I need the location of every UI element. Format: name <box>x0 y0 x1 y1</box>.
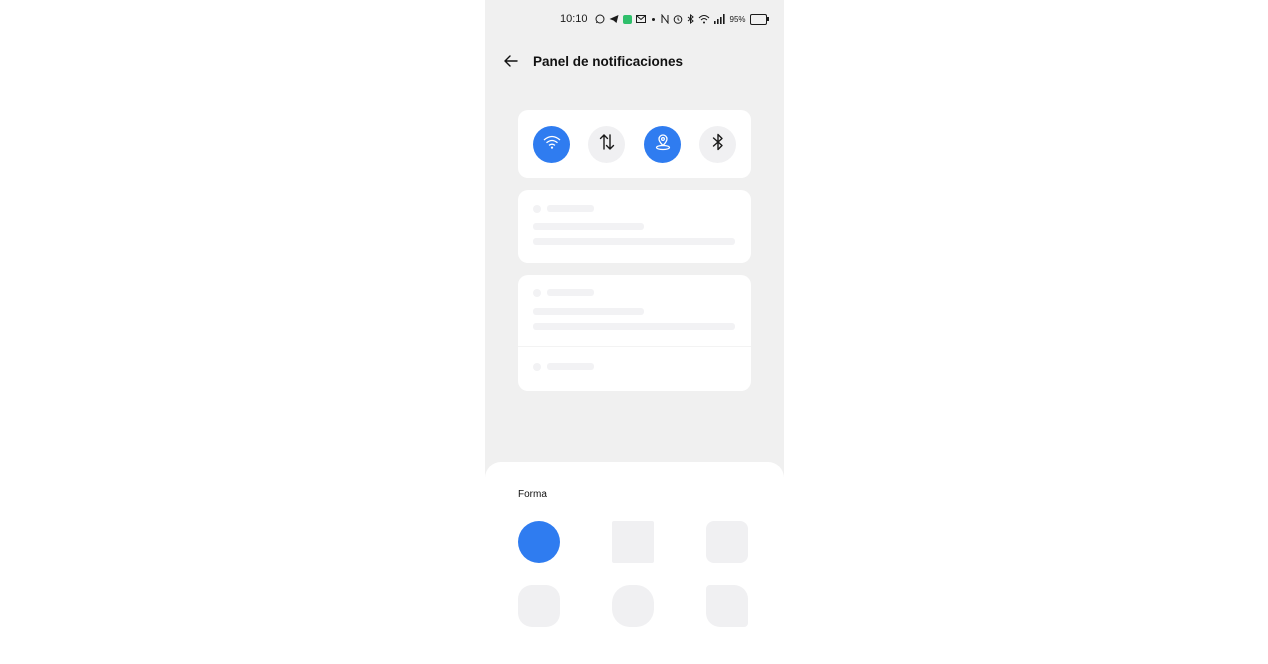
header: Panel de notificaciones <box>503 50 683 72</box>
wifi-icon <box>698 14 710 24</box>
shape-option-square[interactable] <box>612 521 654 563</box>
shape-option-rounded-square[interactable] <box>706 521 748 563</box>
dot-icon <box>651 17 655 21</box>
placeholder-line <box>547 205 594 212</box>
page-title: Panel de notificaciones <box>533 53 684 69</box>
divider <box>518 346 751 347</box>
placeholder-line <box>533 238 735 245</box>
back-arrow-icon[interactable] <box>503 53 519 69</box>
placeholder-line <box>533 308 644 315</box>
phone-screen: 10:10 95% Panel de notificaciones Forma <box>485 0 784 664</box>
placeholder-dot <box>533 289 541 297</box>
mail-icon <box>635 15 646 23</box>
placeholder-line <box>547 363 594 370</box>
toggle-wifi[interactable] <box>533 126 570 163</box>
status-time: 10:10 <box>560 13 588 25</box>
battery-percentage: 95% <box>729 14 746 24</box>
alarm-icon <box>673 14 683 24</box>
notification-preview-card <box>518 190 751 263</box>
location-icon <box>654 133 672 156</box>
nfc-icon <box>661 14 669 24</box>
notification-preview-card <box>518 275 751 391</box>
placeholder-dot <box>533 205 541 213</box>
status-bar: 10:10 95% <box>560 11 769 27</box>
quick-toggles-preview <box>518 110 751 178</box>
shape-option-squircle[interactable] <box>518 585 560 627</box>
shape-option-leaf[interactable] <box>706 585 748 627</box>
shape-section-label: Forma <box>518 489 547 500</box>
battery-icon <box>749 13 769 25</box>
green-app-icon <box>622 14 632 24</box>
wifi-icon <box>543 135 561 154</box>
bluetooth-icon <box>687 14 694 24</box>
signal-icon <box>713 14 726 24</box>
whatsapp-icon <box>595 14 605 24</box>
placeholder-line <box>533 323 735 330</box>
toggle-location[interactable] <box>644 126 681 163</box>
placeholder-dot <box>533 363 541 371</box>
bluetooth-icon <box>711 133 725 156</box>
data-arrows-icon <box>598 133 616 156</box>
placeholder-line <box>547 289 594 296</box>
toggle-bluetooth[interactable] <box>699 126 736 163</box>
placeholder-line <box>533 223 644 230</box>
telegram-icon <box>609 14 619 24</box>
shape-option-pebble[interactable] <box>612 585 654 627</box>
shape-option-circle[interactable] <box>518 521 560 563</box>
toggle-mobile-data[interactable] <box>588 126 625 163</box>
shape-bottom-sheet: Forma <box>485 462 784 664</box>
